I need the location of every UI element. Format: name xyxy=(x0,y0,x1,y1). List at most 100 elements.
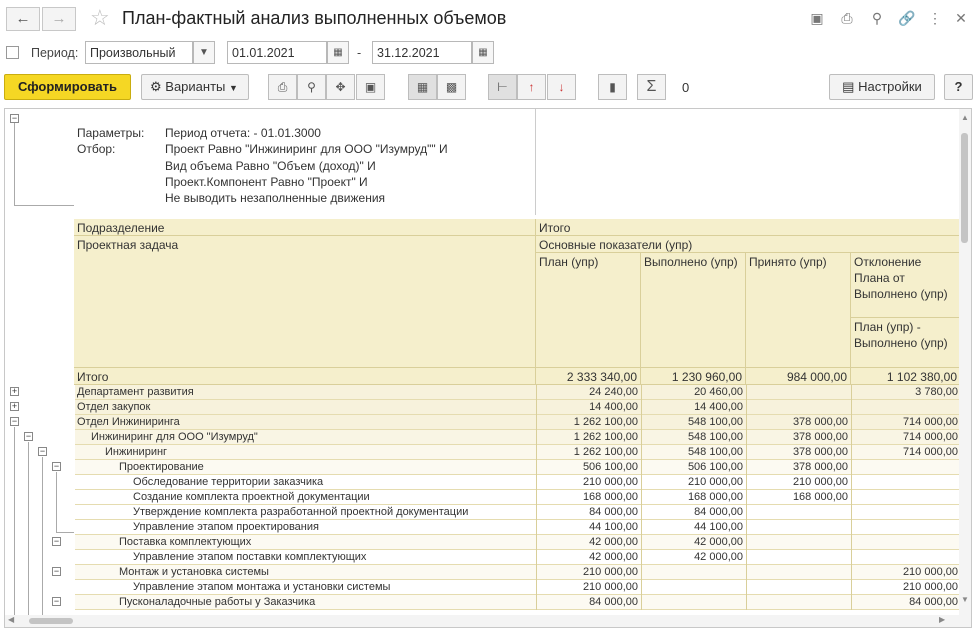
tree-line xyxy=(42,457,43,627)
row-deviation xyxy=(852,490,962,505)
collapse-icon[interactable]: − xyxy=(52,462,61,471)
variants-button[interactable]: ⚙ Варианты ▼ xyxy=(141,74,249,100)
row-accepted xyxy=(747,550,852,565)
header-main: Основные показатели (упр) xyxy=(536,236,961,253)
grid-view-button[interactable]: ▩ xyxy=(437,74,466,100)
row-accepted: 378 000,00 xyxy=(747,445,852,460)
move-button[interactable]: ✥ xyxy=(326,74,355,100)
arrow-left-icon: ← xyxy=(15,10,31,27)
sort-asc-button[interactable]: ↑ xyxy=(517,74,546,100)
row-deviation xyxy=(852,400,962,415)
collapse-icon[interactable]: − xyxy=(24,432,33,441)
calendar-icon: ▦ xyxy=(478,47,488,58)
row-accepted: 378 000,00 xyxy=(747,460,852,475)
period-to-input[interactable]: 31.12.2021 xyxy=(372,41,472,64)
vertical-scrollbar[interactable]: ▲ ▼ xyxy=(959,109,971,627)
table-row[interactable]: Управление этапом монтажа и установки си… xyxy=(75,580,962,595)
table-row[interactable]: Отдел закупок 14 400,00 14 400,00 xyxy=(75,400,962,415)
scroll-down-icon[interactable]: ▼ xyxy=(961,595,969,604)
print-icon[interactable]: ⎙ xyxy=(838,9,856,27)
chevron-down-icon: ▼ xyxy=(199,47,209,58)
total-accepted: 984 000,00 xyxy=(746,368,851,385)
favorite-star-icon[interactable]: ☆ xyxy=(90,6,110,30)
group-button[interactable]: ⊢ xyxy=(488,74,517,100)
header-done: Выполнено (упр) xyxy=(641,253,746,368)
filter-line: Не выводить незаполненные движения xyxy=(165,191,386,206)
row-done: 168 000,00 xyxy=(642,490,747,505)
row-accepted xyxy=(747,595,852,610)
row-label: Утверждение комплекта разработанной прое… xyxy=(75,505,537,520)
forward-button[interactable]: → xyxy=(42,7,76,31)
table-row[interactable]: Пусконаладочные работы у Заказчика 84 00… xyxy=(75,595,962,610)
collapse-icon[interactable]: − xyxy=(10,417,19,426)
period-from-input[interactable]: 01.01.2021 xyxy=(227,41,327,64)
link-icon[interactable]: 🔗 xyxy=(898,9,916,27)
table-row[interactable]: Управление этапом проектирования 44 100,… xyxy=(75,520,962,535)
period-mode-dropdown-button[interactable]: ▼ xyxy=(193,41,215,64)
table-view-button[interactable]: ▦ xyxy=(408,74,437,100)
scroll-right-icon[interactable]: ▶ xyxy=(939,615,945,624)
print-preview-button[interactable]: ⚲ xyxy=(297,74,326,100)
row-label: Поставка комплектующих xyxy=(75,535,537,550)
save-icon[interactable]: ▣ xyxy=(808,9,826,27)
table-row[interactable]: Отдел Инжиниринга 1 262 100,00 548 100,0… xyxy=(75,415,962,430)
period-checkbox[interactable] xyxy=(6,46,19,59)
row-done: 42 000,00 xyxy=(642,535,747,550)
table-row[interactable]: Монтаж и установка системы 210 000,00 21… xyxy=(75,565,962,580)
tree-line xyxy=(14,123,74,206)
row-deviation: 714 000,00 xyxy=(852,430,962,445)
row-plan: 210 000,00 xyxy=(537,565,642,580)
report-parameters: Параметры: Период отчета: - 01.01.3000 От… xyxy=(77,125,448,206)
arrow-right-icon: → xyxy=(51,10,67,27)
period-to-calendar-button[interactable]: ▦ xyxy=(472,41,494,64)
collapse-icon[interactable]: − xyxy=(52,597,61,606)
total-plan: 2 333 340,00 xyxy=(536,368,641,385)
collapse-icon[interactable]: − xyxy=(10,114,19,123)
table-row[interactable]: Поставка комплектующих 42 000,00 42 000,… xyxy=(75,535,962,550)
vertical-scroll-thumb[interactable] xyxy=(961,133,968,243)
move-icon: ✥ xyxy=(335,80,346,94)
scroll-left-icon[interactable]: ◀ xyxy=(8,615,14,624)
sum-button[interactable]: Σ xyxy=(637,74,666,100)
report-area[interactable]: − + + − − − − − − − Параметры: Период отч… xyxy=(4,108,972,628)
row-deviation: 714 000,00 xyxy=(852,445,962,460)
sort-desc-button[interactable]: ↓ xyxy=(547,74,576,100)
table-row[interactable]: Департамент развития 24 240,00 20 460,00… xyxy=(75,385,962,400)
preview-icon: ⚲ xyxy=(307,80,316,94)
table-row[interactable]: Инжиниринг 1 262 100,00 548 100,00 378 0… xyxy=(75,445,962,460)
table-row[interactable]: Создание комплекта проектной документаци… xyxy=(75,490,962,505)
sum-value: 0 xyxy=(682,80,690,95)
collapse-icon[interactable]: − xyxy=(52,537,61,546)
more-menu-icon[interactable]: ⋮ xyxy=(926,9,944,27)
collapse-icon[interactable]: − xyxy=(38,447,47,456)
row-plan: 42 000,00 xyxy=(537,550,642,565)
help-button[interactable]: ? xyxy=(944,74,973,100)
period-from-calendar-button[interactable]: ▦ xyxy=(327,41,349,64)
expand-icon[interactable]: + xyxy=(10,402,19,411)
table-row[interactable]: Обследование территории заказчика 210 00… xyxy=(75,475,962,490)
table-row[interactable]: Управление этапом поставки комплектующих… xyxy=(75,550,962,565)
table-row[interactable]: Проектирование 506 100,00 506 100,00 378… xyxy=(75,460,962,475)
generate-button[interactable]: Сформировать xyxy=(4,74,131,100)
back-button[interactable]: ← xyxy=(6,7,40,31)
horizontal-scrollbar[interactable]: ◀ ▶ xyxy=(5,615,961,627)
period-mode-select[interactable]: Произвольный xyxy=(85,41,193,64)
row-deviation xyxy=(852,520,962,535)
expand-icon[interactable]: + xyxy=(10,387,19,396)
horizontal-scroll-thumb[interactable] xyxy=(29,618,73,624)
row-done: 506 100,00 xyxy=(642,460,747,475)
scroll-up-icon[interactable]: ▲ xyxy=(961,113,969,122)
print-button[interactable]: ⎙ xyxy=(268,74,297,100)
collapse-icon[interactable]: − xyxy=(52,567,61,576)
table-row[interactable]: Утверждение комплекта разработанной прое… xyxy=(75,505,962,520)
period-label: Период: xyxy=(31,46,79,60)
settings-button[interactable]: ▤ Настройки xyxy=(829,74,935,100)
chart-button[interactable]: ▮ xyxy=(598,74,627,100)
preview-icon[interactable]: ⚲ xyxy=(868,9,886,27)
save-report-button[interactable]: ▣ xyxy=(356,74,385,100)
tree-column: − + + − − − − − − − xyxy=(5,109,74,627)
close-icon[interactable]: ✕ xyxy=(952,9,970,27)
row-done: 548 100,00 xyxy=(642,430,747,445)
table-row[interactable]: Инжиниринг для ООО "Изумруд" 1 262 100,0… xyxy=(75,430,962,445)
row-done: 20 460,00 xyxy=(642,385,747,400)
